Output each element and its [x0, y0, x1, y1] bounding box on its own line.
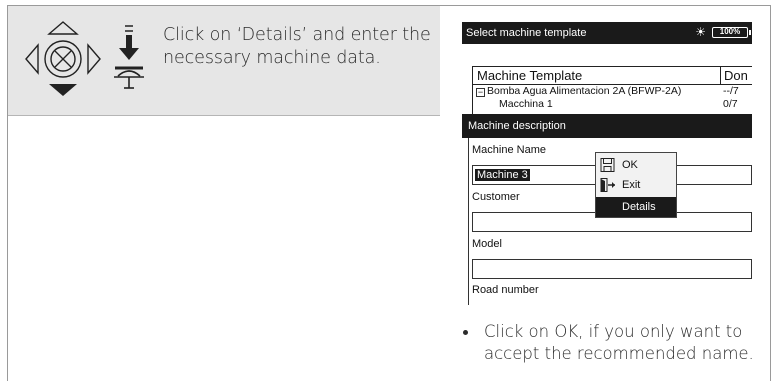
column-header-don: Don — [724, 68, 748, 83]
device-screen: Select machine template ☀ 100% Machine T… — [462, 22, 752, 305]
menu-item-details[interactable]: Details — [596, 197, 676, 217]
signal-icon: ☀ — [695, 25, 706, 39]
template-tree[interactable]: Machine Template Don − Bomba Agua Aliment… — [472, 66, 752, 118]
collapse-icon[interactable]: − — [476, 88, 485, 97]
divider — [8, 115, 440, 116]
navigation-pad-icon — [25, 21, 101, 96]
device-title: Select machine template — [466, 27, 587, 39]
exit-icon — [600, 178, 615, 192]
customer-label: Customer — [472, 191, 520, 203]
tree-row[interactable]: Macchina 1 0/7 — [473, 98, 752, 111]
column-header-template: Machine Template — [473, 67, 721, 84]
tree-row[interactable]: − Bomba Agua Alimentacion 2A (BFWP-2A) --… — [473, 85, 752, 98]
road-number-label: Road number — [472, 284, 539, 296]
dialog-title: Machine description — [462, 114, 752, 138]
menu-item-label: Exit — [622, 179, 641, 191]
instruction-text: Click on ‘Details’ and enter the necessa… — [163, 25, 431, 68]
context-menu: OK Exit Details — [595, 152, 677, 218]
menu-item-exit[interactable]: Exit — [596, 175, 676, 195]
menu-item-label: OK — [622, 159, 638, 171]
tree-row-label: Bomba Agua Alimentacion 2A (BFWP-2A) — [487, 85, 682, 97]
tree-row-label: Macchina 1 — [499, 98, 553, 110]
battery-indicator: 100% — [712, 27, 751, 38]
save-icon — [600, 158, 615, 172]
enter-key-icon — [114, 25, 144, 89]
machine-name-label: Machine Name — [472, 144, 546, 156]
machine-name-value: Machine 3 — [475, 169, 530, 181]
model-field[interactable] — [472, 259, 752, 279]
tree-header: Machine Template Don — [473, 67, 752, 85]
tree-row-value: --/7 — [723, 85, 739, 97]
tree-row-value: 0/7 — [723, 98, 738, 110]
note: Click on OK, if you only want to accept … — [466, 321, 766, 365]
menu-item-label: Details — [622, 201, 656, 213]
note-text: Click on OK, if you only want to accept … — [484, 322, 754, 363]
menu-item-ok[interactable]: OK — [596, 155, 676, 175]
device-title-bar: Select machine template — [462, 22, 752, 44]
model-label: Model — [472, 238, 502, 250]
